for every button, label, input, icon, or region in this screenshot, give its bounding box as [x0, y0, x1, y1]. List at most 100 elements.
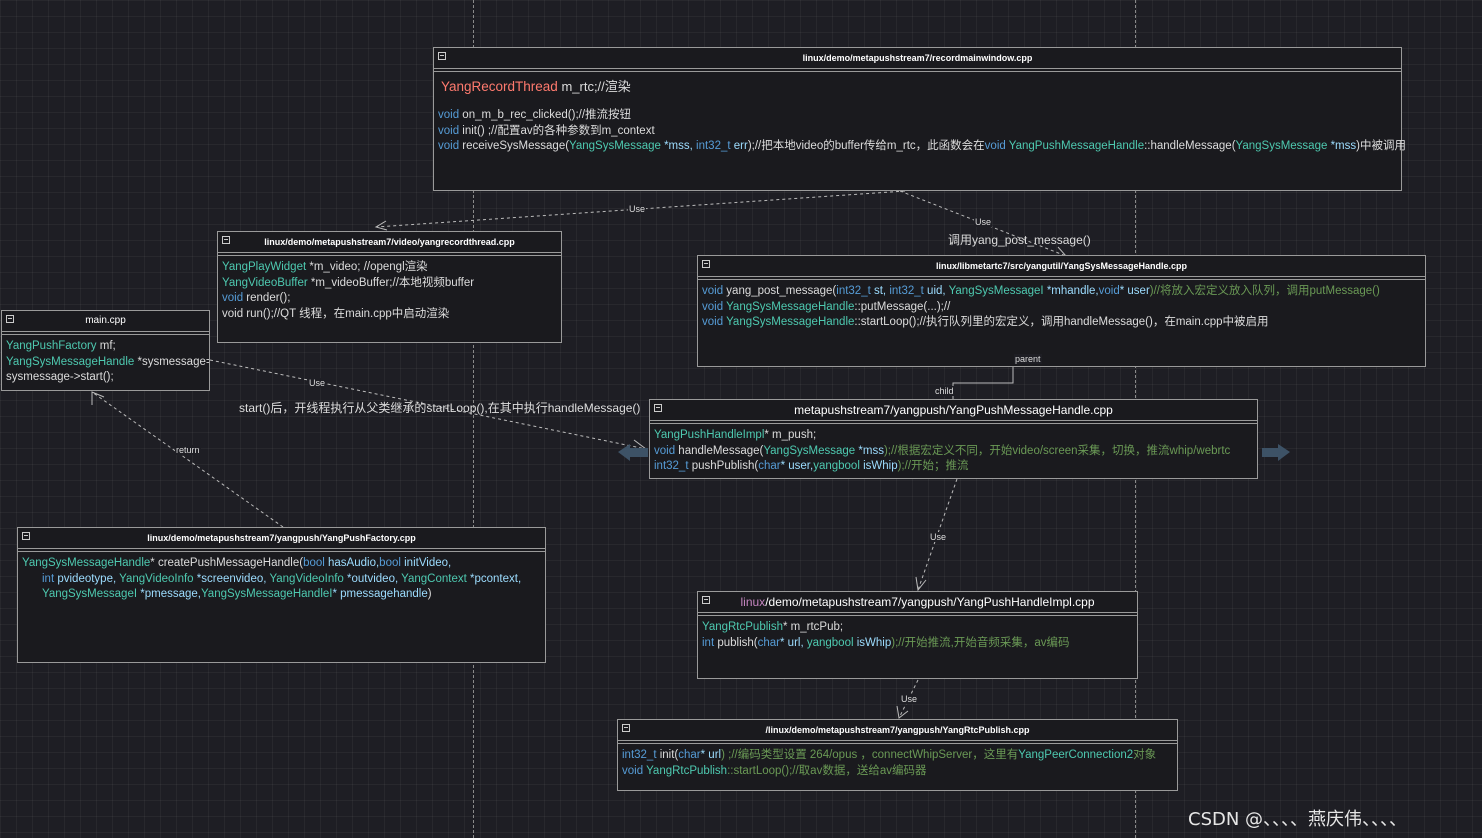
- class-title: linux/demo/metapushstream7/video/yangrec…: [264, 237, 515, 247]
- collapse-icon[interactable]: [6, 315, 14, 323]
- method-text: pushPublish(: [688, 460, 759, 472]
- method-line: void YangSysMessageHandle::putMessage(..…: [702, 300, 1421, 316]
- comment: );//开始推流,开始音频采集，av编码: [891, 636, 1070, 649]
- member-type: YangRecordThread: [441, 79, 558, 94]
- class-box-yangpushmessagehandle[interactable]: metapushstream7/yangpush/YangPushMessage…: [649, 399, 1258, 479]
- class-box-yangrecordthread[interactable]: linux/demo/metapushstream7/video/yangrec…: [217, 231, 562, 343]
- param: *pcontext,: [466, 572, 522, 585]
- param: *screenvideo,: [193, 572, 270, 585]
- method-text: ::putMessage(...);//: [854, 300, 951, 313]
- method-text: );//把本地video的buffer传给m_rtc，此函数会在: [747, 140, 985, 152]
- method-text: publish(: [714, 636, 758, 649]
- class-header: linux/demo/metapushstream7/yangpush/Yang…: [698, 592, 1137, 613]
- param: *mhandle,: [1043, 285, 1099, 297]
- keyword: void: [622, 764, 644, 777]
- class-body: YangRtcPublish* m_rtcPub; int publish(ch…: [698, 616, 1137, 651]
- method-line: void YangSysMessageHandle::startLoop();/…: [702, 315, 1421, 331]
- type: YangSysMessageHandle: [726, 300, 855, 313]
- class-box-yangpushhandleimpl[interactable]: linux/demo/metapushstream7/yangpush/Yang…: [697, 591, 1138, 679]
- method-line: void init() ;//配置av的各种参数到m_context: [438, 124, 1397, 140]
- type: YangPushHandleImpl: [654, 429, 765, 441]
- class-box-yangrtcpublish[interactable]: /linux/demo/metapushstream7/yangpush/Yan…: [617, 719, 1178, 791]
- member-text: * m_push;: [764, 429, 817, 441]
- method-line: void handleMessage(YangSysMessage *mss);…: [654, 444, 1253, 460]
- keyword: void: [222, 292, 244, 304]
- class-title: /demo/metapushstream7/yangpush/YangPushH…: [765, 595, 1095, 609]
- type: YangSysMessageHandle: [726, 316, 855, 328]
- edge-label-use: Use: [929, 532, 948, 542]
- class-title-prefix: linux: [740, 595, 766, 609]
- class-box-main[interactable]: main.cpp YangPushFactory mf; YangSysMess…: [1, 310, 210, 391]
- comment: );//开始；推流: [897, 460, 969, 472]
- param: * url,: [780, 636, 807, 649]
- method-line: void YangRtcPublish::startLoop();//取av数据…: [622, 764, 1173, 780]
- edge-label-return: return: [175, 445, 201, 455]
- method-line: void render();: [222, 291, 557, 307]
- method-line: void on_m_b_rec_clicked();//推流按钮: [438, 108, 1397, 124]
- method-text: )中被调用: [1356, 140, 1406, 152]
- type: YangRtcPublish: [646, 764, 728, 777]
- param: err: [730, 140, 748, 152]
- type: YangSysMessageHandle: [6, 355, 135, 368]
- class-body: YangPushFactory mf; YangSysMessageHandle…: [2, 335, 209, 386]
- type: yangbool: [813, 460, 860, 472]
- arrowhead-main: [91, 391, 105, 405]
- collapse-icon[interactable]: [438, 52, 446, 60]
- param: hasAudio,: [324, 557, 380, 569]
- collapse-icon[interactable]: [702, 596, 710, 604]
- member-line: YangPushHandleImpl* m_push;: [654, 428, 1253, 444]
- class-title: linux/libmetartc7/src/yangutil/YangSysMe…: [935, 261, 1188, 271]
- member-line: YangPlayWidget *m_video; //opengl渲染: [222, 260, 557, 276]
- member-text: * m_rtcPub;: [782, 621, 844, 633]
- param: * url: [700, 749, 722, 761]
- method-text: yang_post_message(: [723, 285, 837, 297]
- param: initVideo,: [400, 557, 452, 569]
- keyword: int32_t: [622, 749, 657, 761]
- member-text: *m_videoBuffer;//本地视频buffer: [307, 276, 475, 289]
- class-header: metapushstream7/yangpush/YangPushMessage…: [650, 400, 1257, 421]
- type: YangPushMessageHandle: [1008, 140, 1145, 152]
- collapse-icon[interactable]: [622, 724, 630, 732]
- param: uid,: [923, 285, 949, 297]
- edge-label-use: Use: [900, 694, 919, 704]
- class-box-recordmainwindow[interactable]: linux/demo/metapushstream7/recordmainwin…: [433, 47, 1406, 191]
- method-line: YangSysMessageHandle* createPushMessageH…: [22, 556, 541, 572]
- class-header: main.cpp: [2, 311, 209, 332]
- keyword: void: [702, 300, 724, 313]
- keyword: int32_t: [889, 285, 924, 297]
- method-text: init(: [656, 749, 679, 761]
- collapse-icon[interactable]: [222, 236, 230, 244]
- type: YangPeerConnection2: [1018, 749, 1134, 761]
- method-line: void yang_post_message(int32_t st, int32…: [702, 284, 1421, 300]
- method-text: ::startLoop();//执行队列里的宏定义，调用handleMessag…: [854, 316, 1269, 328]
- collapse-icon[interactable]: [22, 532, 30, 540]
- keyword: bool: [379, 557, 401, 569]
- comment: ::startLoop();//取av数据，送给av编码器: [727, 764, 927, 777]
- keyword: void: [1098, 285, 1120, 297]
- collapse-icon[interactable]: [654, 404, 662, 412]
- type: YangSysMessageHandleI: [200, 588, 333, 600]
- keyword: void: [438, 140, 460, 152]
- type: YangVideoInfo: [119, 572, 194, 585]
- comment: 对象: [1133, 749, 1157, 761]
- keyword: void: [438, 109, 460, 121]
- method-text: sysmessage->start();: [6, 371, 114, 383]
- edge-label-child: child: [934, 386, 955, 396]
- keyword: int: [702, 636, 715, 649]
- edge-note: 调用yang_post_message(): [948, 233, 1091, 247]
- keyword: void: [984, 140, 1006, 152]
- class-header: linux/demo/metapushstream7/yangpush/Yang…: [18, 528, 545, 549]
- keyword: int: [42, 572, 55, 585]
- keyword: int32_t: [696, 140, 731, 152]
- param: * pmessagehandle: [332, 588, 428, 600]
- method-text: ): [427, 588, 432, 600]
- class-box-yangsysmessagehandle[interactable]: linux/libmetartc7/src/yangutil/YangSysMe…: [697, 255, 1426, 367]
- method-line: void receiveSysMessage(YangSysMessage *m…: [438, 139, 1406, 155]
- collapse-icon[interactable]: [702, 260, 710, 268]
- keyword: char: [678, 749, 701, 761]
- edge-label-use: Use: [628, 204, 647, 214]
- class-box-yangpushfactory[interactable]: linux/demo/metapushstream7/yangpush/Yang…: [17, 527, 546, 663]
- keyword: void: [654, 444, 676, 457]
- class-body: int32_t init(char* url) ;//编码类型设置 264/op…: [618, 744, 1177, 779]
- port-right-arrow-shape: [1262, 444, 1290, 461]
